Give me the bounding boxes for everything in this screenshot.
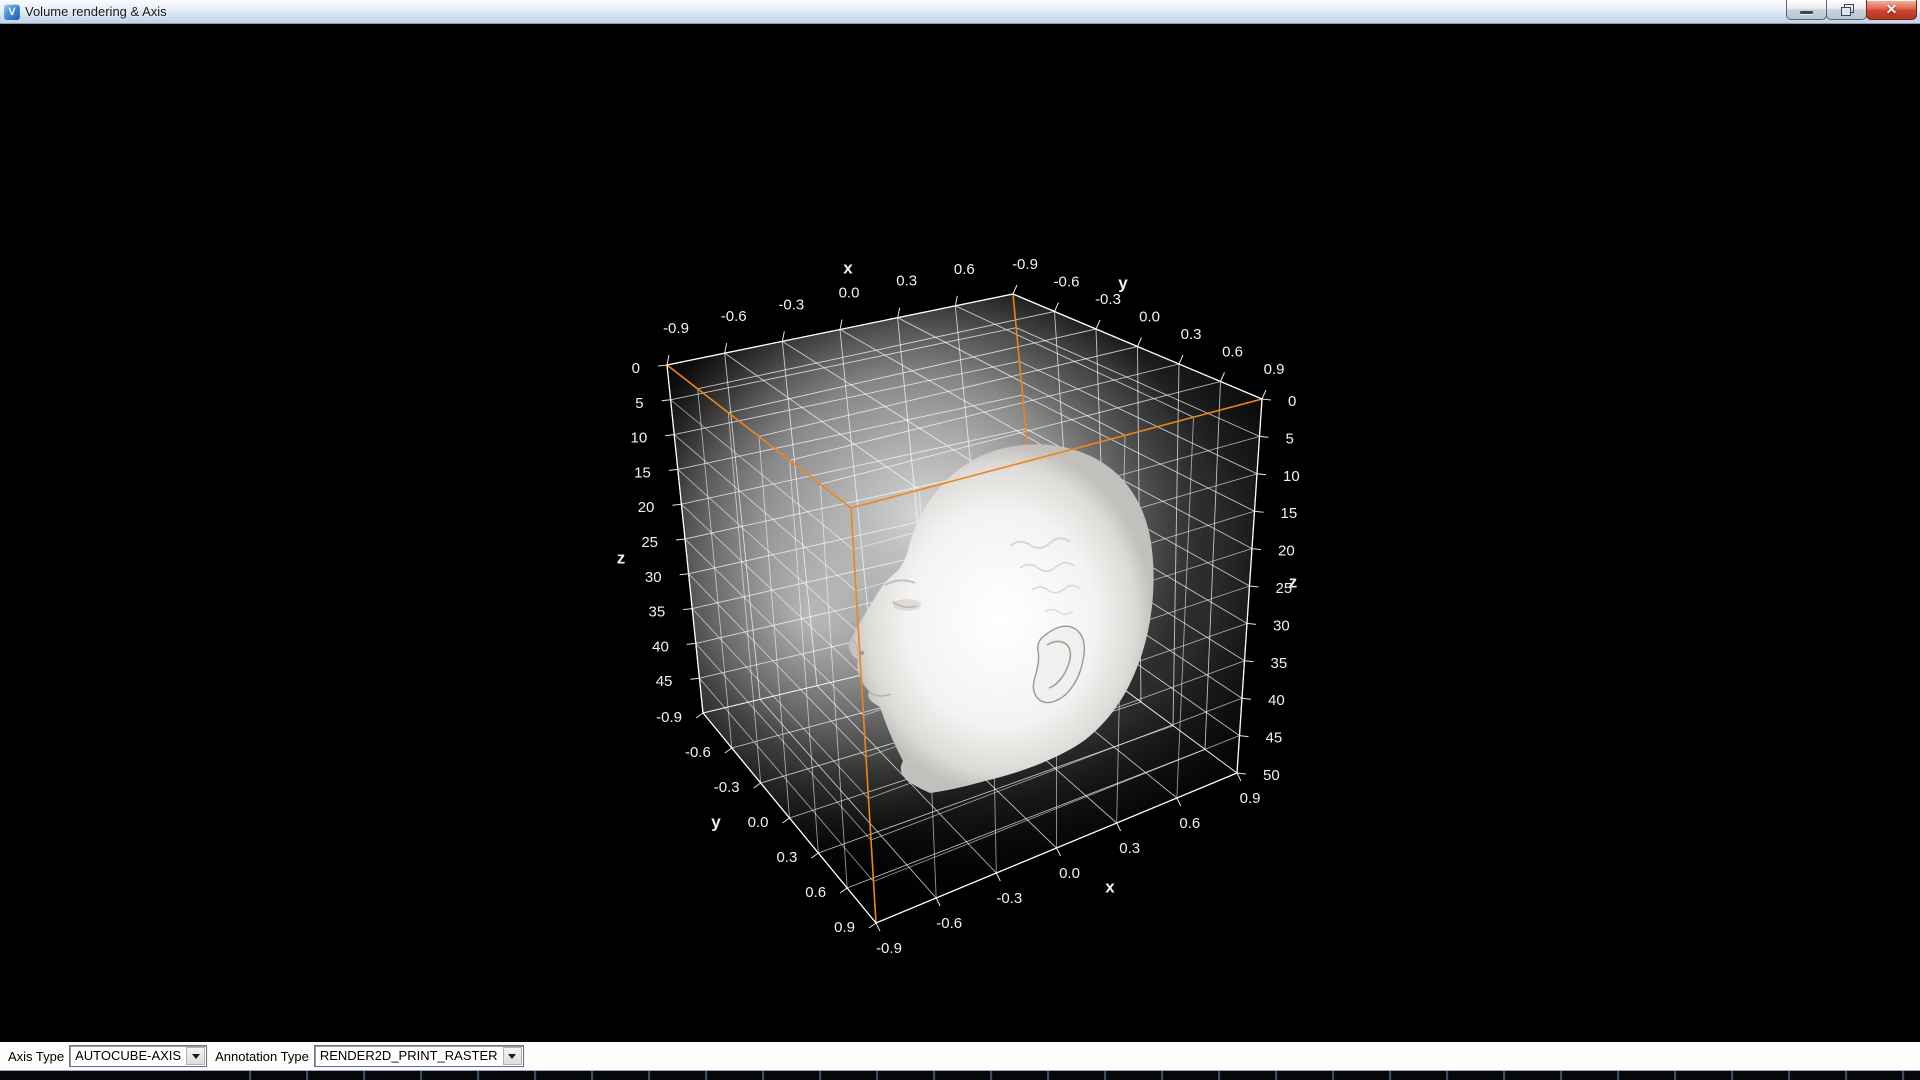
svg-text:20: 20 bbox=[1278, 543, 1295, 560]
svg-text:-0.9: -0.9 bbox=[663, 320, 689, 337]
svg-text:30: 30 bbox=[645, 569, 662, 586]
minimize-button[interactable] bbox=[1786, 0, 1827, 20]
axis-type-dropdown-button[interactable] bbox=[186, 1047, 206, 1065]
restore-button[interactable] bbox=[1826, 0, 1867, 20]
svg-text:25: 25 bbox=[641, 534, 658, 551]
svg-text:-0.9: -0.9 bbox=[656, 709, 682, 726]
svg-text:-0.6: -0.6 bbox=[685, 744, 711, 761]
svg-text:50: 50 bbox=[1263, 767, 1280, 784]
svg-text:5: 5 bbox=[1286, 430, 1294, 447]
svg-text:0.0: 0.0 bbox=[748, 814, 769, 831]
svg-text:x: x bbox=[1105, 877, 1115, 896]
svg-text:-0.6: -0.6 bbox=[1054, 273, 1080, 290]
svg-text:0.9: 0.9 bbox=[1264, 361, 1285, 378]
svg-text:y: y bbox=[1118, 273, 1128, 292]
minimize-icon bbox=[1800, 11, 1813, 14]
window-controls: ✕ bbox=[1786, 0, 1917, 20]
svg-text:0.6: 0.6 bbox=[1222, 343, 1243, 360]
svg-text:0.3: 0.3 bbox=[1181, 326, 1202, 343]
close-icon: ✕ bbox=[1885, 1, 1898, 17]
svg-text:35: 35 bbox=[649, 604, 666, 621]
annotation-type-select[interactable]: RENDER2D_PRINT_RASTER bbox=[313, 1045, 524, 1067]
svg-text:0.6: 0.6 bbox=[954, 261, 975, 278]
svg-text:-0.6: -0.6 bbox=[936, 915, 962, 932]
svg-text:z: z bbox=[617, 548, 626, 567]
svg-text:-0.3: -0.3 bbox=[996, 890, 1022, 907]
taskbar-edge[interactable] bbox=[0, 1070, 1920, 1080]
svg-text:10: 10 bbox=[631, 430, 648, 447]
svg-text:-0.3: -0.3 bbox=[778, 296, 804, 313]
bottom-toolbar: Axis Type AUTOCUBE-AXIS Annotation Type … bbox=[0, 1042, 1920, 1070]
svg-text:-0.6: -0.6 bbox=[721, 308, 747, 325]
svg-text:10: 10 bbox=[1283, 468, 1300, 485]
svg-text:0.9: 0.9 bbox=[834, 919, 855, 936]
svg-text:0.3: 0.3 bbox=[896, 273, 917, 290]
svg-text:0.0: 0.0 bbox=[839, 284, 860, 301]
dropdown-arrow-icon bbox=[191, 1053, 200, 1059]
axis-type-label: Axis Type bbox=[8, 1048, 65, 1064]
svg-text:0.6: 0.6 bbox=[1179, 815, 1200, 832]
app-icon: V bbox=[4, 3, 20, 20]
svg-text:-0.9: -0.9 bbox=[876, 940, 902, 957]
svg-text:0.0: 0.0 bbox=[1139, 308, 1160, 325]
svg-text:20: 20 bbox=[638, 499, 655, 516]
annotation-type-dropdown-button[interactable] bbox=[502, 1047, 522, 1065]
restore-icon bbox=[1840, 4, 1854, 16]
svg-text:15: 15 bbox=[1281, 505, 1298, 522]
svg-text:0.3: 0.3 bbox=[776, 849, 797, 866]
annotation-type-label: Annotation Type bbox=[215, 1048, 309, 1064]
svg-text:-0.3: -0.3 bbox=[1095, 291, 1121, 308]
svg-text:-0.3: -0.3 bbox=[714, 779, 740, 796]
close-button[interactable]: ✕ bbox=[1866, 0, 1917, 20]
svg-text:0.3: 0.3 bbox=[1119, 840, 1140, 857]
title-bar[interactable]: V Volume rendering & Axis ✕ bbox=[0, 0, 1920, 24]
svg-text:z: z bbox=[1289, 572, 1298, 591]
3d-scene[interactable]: -0.9 -0.6 -0.3 0.0 0.3 0.6 x -0.9 -0.6 -0.3 0.0 0.3… bbox=[0, 24, 1920, 1042]
annotation-type-value: RENDER2D_PRINT_RASTER bbox=[319, 1048, 498, 1063]
svg-text:5: 5 bbox=[635, 395, 643, 412]
render-viewport[interactable]: -0.9 -0.6 -0.3 0.0 0.3 0.6 x -0.9 -0.6 -0.3 0.0 0.3… bbox=[0, 24, 1920, 1042]
svg-text:0.0: 0.0 bbox=[1059, 865, 1080, 882]
svg-text:x: x bbox=[843, 258, 853, 277]
svg-text:y: y bbox=[711, 812, 721, 831]
window-title: Volume rendering & Axis bbox=[25, 4, 167, 19]
dropdown-arrow-icon bbox=[508, 1053, 517, 1059]
svg-text:40: 40 bbox=[652, 638, 669, 655]
svg-text:40: 40 bbox=[1268, 692, 1285, 709]
svg-text:30: 30 bbox=[1273, 617, 1290, 634]
svg-text:0.6: 0.6 bbox=[805, 884, 826, 901]
svg-text:45: 45 bbox=[656, 673, 673, 690]
axis-type-value: AUTOCUBE-AXIS bbox=[75, 1048, 182, 1063]
axis-type-select[interactable]: AUTOCUBE-AXIS bbox=[69, 1045, 208, 1067]
svg-text:45: 45 bbox=[1266, 730, 1283, 747]
svg-text:15: 15 bbox=[634, 464, 651, 481]
svg-text:0.9: 0.9 bbox=[1240, 790, 1261, 807]
application-window: V Volume rendering & Axis ✕ -0.9 -0.6 -0.3… bbox=[0, 0, 1920, 1080]
svg-text:35: 35 bbox=[1271, 655, 1288, 672]
taskbar-button-edges bbox=[195, 1071, 1920, 1080]
svg-text:0: 0 bbox=[632, 360, 640, 377]
svg-text:-0.9: -0.9 bbox=[1012, 256, 1038, 273]
svg-text:0: 0 bbox=[1288, 393, 1296, 410]
